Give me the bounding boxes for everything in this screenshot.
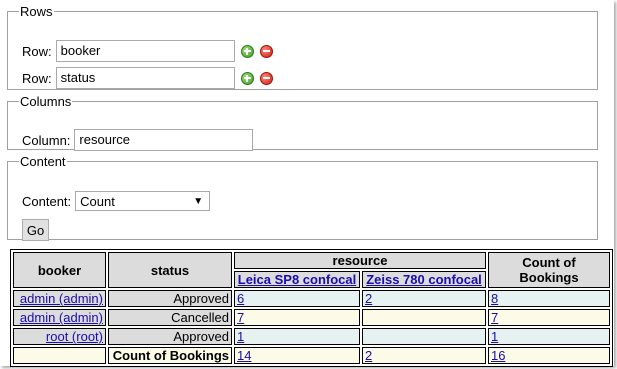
rows-legend: Rows	[20, 4, 53, 19]
header-col-leica: Leica SP8 confocal	[234, 271, 360, 288]
content-legend: Content	[20, 154, 66, 169]
value-cell: 7	[234, 309, 360, 326]
column-line: Column: resource	[22, 129, 254, 151]
total-cell: 1	[488, 328, 610, 345]
table-footer-row: Count of Bookings 14 2 16	[13, 347, 610, 364]
window: Rows Row: booker Row: status Columns Col…	[0, 0, 614, 367]
dropdown-arrow-icon: ▼	[193, 195, 204, 207]
booker-link[interactable]: admin (admin)	[20, 291, 103, 306]
footer-link[interactable]: 14	[237, 348, 251, 363]
value-link[interactable]: 6	[237, 291, 244, 306]
columns-legend: Columns	[20, 94, 72, 109]
row-input-2[interactable]: status	[55, 67, 235, 89]
value-cell: 6	[234, 290, 360, 307]
value-link[interactable]: 2	[365, 291, 372, 306]
header-resource: resource	[234, 252, 486, 269]
content-fieldset: Content Content: Count ▼ Go	[7, 154, 598, 241]
content-select[interactable]: Count ▼	[75, 191, 211, 211]
header-booker: booker	[13, 252, 106, 288]
footer-cell: 14	[234, 347, 360, 364]
leica-link[interactable]: Leica SP8 confocal	[238, 272, 357, 287]
value-cell	[362, 309, 486, 326]
status-cell: Approved	[108, 328, 232, 345]
row-label-2: Row:	[22, 70, 52, 86]
table-row: admin (admin) Cancelled 7 7	[13, 309, 610, 326]
table-row: root (root) Approved 1 1	[13, 328, 610, 345]
footer-total-link[interactable]: 16	[491, 348, 505, 363]
add-row-icon[interactable]	[240, 71, 254, 85]
status-cell: Approved	[108, 290, 232, 307]
content-label: Content:	[22, 193, 72, 209]
value-link[interactable]: 1	[237, 329, 244, 344]
footer-cell: 2	[362, 347, 486, 364]
booker-cell: admin (admin)	[13, 309, 106, 326]
row-line-1: Row: booker	[22, 40, 273, 62]
content-select-value: Count	[80, 193, 115, 209]
rows-fieldset: Rows Row: booker Row: status	[7, 4, 598, 90]
booker-cell: root (root)	[13, 328, 106, 345]
content-line: Content: Count ▼	[22, 190, 211, 212]
footer-label: Count of Bookings	[108, 347, 232, 364]
row-line-2: Row: status	[22, 67, 273, 89]
footer-link[interactable]: 2	[365, 348, 372, 363]
total-link[interactable]: 8	[491, 291, 498, 306]
total-link[interactable]: 1	[491, 329, 498, 344]
add-row-icon[interactable]	[240, 44, 254, 58]
zeiss-link[interactable]: Zeiss 780 confocal	[366, 272, 482, 287]
header-status: status	[108, 252, 232, 288]
booker-link[interactable]: admin (admin)	[20, 310, 103, 325]
row-input-1[interactable]: booker	[55, 40, 235, 62]
remove-row-icon[interactable]	[259, 71, 273, 85]
table-row: admin (admin) Approved 6 2 8	[13, 290, 610, 307]
value-cell: 1	[234, 328, 360, 345]
column-label: Column:	[22, 132, 71, 148]
booker-cell: admin (admin)	[13, 290, 106, 307]
value-link[interactable]: 7	[237, 310, 244, 325]
column-input[interactable]: resource	[74, 129, 254, 151]
go-button[interactable]: Go	[22, 219, 49, 241]
remove-row-icon[interactable]	[259, 44, 273, 58]
value-cell	[362, 328, 486, 345]
total-cell: 8	[488, 290, 610, 307]
header-col-zeiss: Zeiss 780 confocal	[362, 271, 486, 288]
footer-empty-cell	[13, 347, 106, 364]
value-cell: 2	[362, 290, 486, 307]
columns-fieldset: Columns Column: resource	[7, 94, 598, 151]
total-link[interactable]: 7	[491, 310, 498, 325]
booker-link[interactable]: root (root)	[46, 329, 103, 344]
pivot-table: booker status resource Count of Bookings…	[10, 249, 613, 367]
total-cell: 7	[488, 309, 610, 326]
header-count: Count of Bookings	[488, 252, 610, 288]
status-cell: Cancelled	[108, 309, 232, 326]
row-label-1: Row:	[22, 43, 52, 59]
footer-total-cell: 16	[488, 347, 610, 364]
